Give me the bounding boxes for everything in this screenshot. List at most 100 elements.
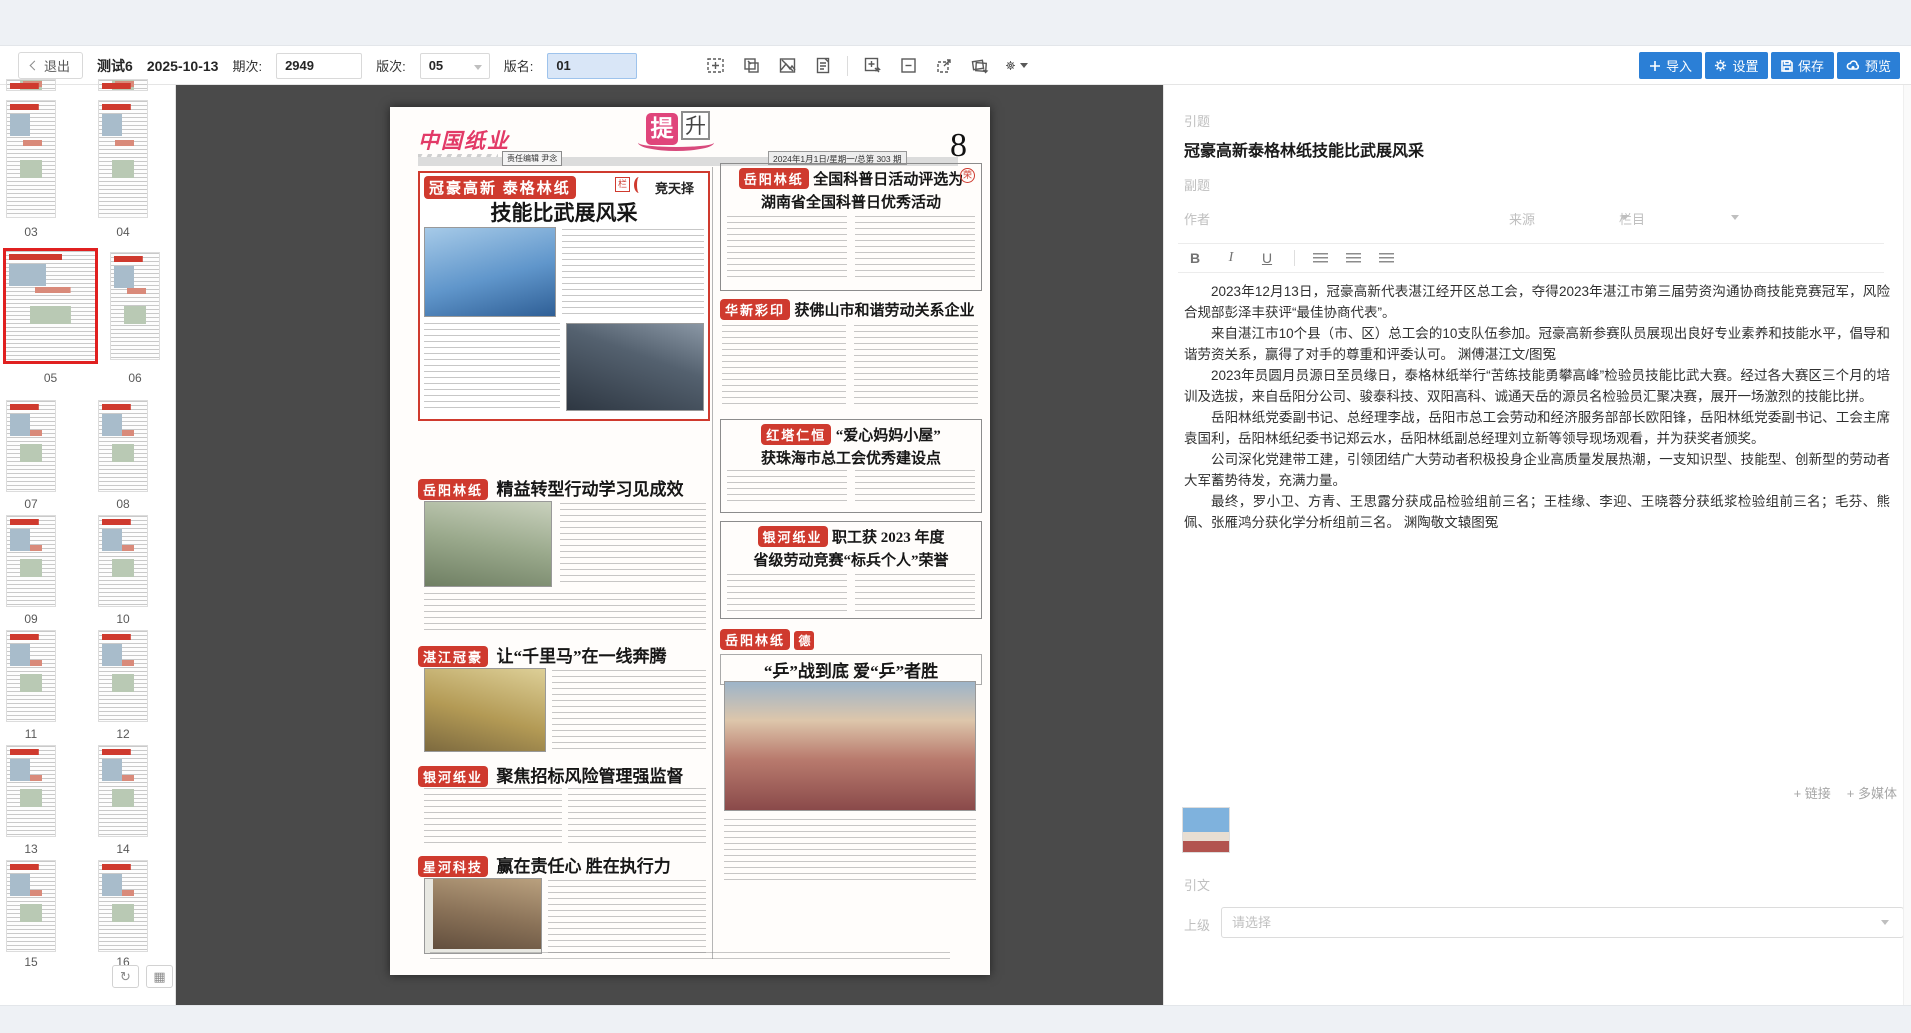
page-thumbnail-07[interactable] <box>6 400 56 492</box>
page-thumbnail-16[interactable] <box>98 860 148 952</box>
page-thumbnail-label[interactable]: 05 <box>3 371 98 385</box>
page-thumbnail-label[interactable]: 11 <box>6 727 56 741</box>
quote-field[interactable]: 引文 <box>1184 875 1210 894</box>
align-left-icon[interactable] <box>1313 253 1328 264</box>
add-media-button[interactable]: + 多媒体 <box>1847 783 1897 802</box>
paragraph: 2023年员圆月员源日至员缘日，泰格林纸举行“苦练技能勇攀高峰”检验员技能比武大… <box>1184 365 1890 407</box>
page-thumbnail-14[interactable] <box>98 745 148 837</box>
body-text-block <box>727 574 847 612</box>
article-harmonious-labor[interactable]: 华新彩印 获佛山市和谐劳动关系企业 <box>720 299 982 411</box>
page-thumbnail-label[interactable]: 07 <box>6 497 56 511</box>
page-thumbnail-label[interactable]: 13 <box>6 842 56 856</box>
page-thumbnail-04[interactable] <box>98 100 148 218</box>
page-thumbnail-12[interactable] <box>98 630 148 722</box>
article-mothers-room[interactable]: 红塔仁恒 “爱心妈妈小屋” 获珠海市总工会优秀建设点 <box>720 419 982 513</box>
page-footer-line <box>430 952 950 961</box>
page-thumbnail-label[interactable]: 09 <box>6 612 56 626</box>
body-text-block <box>548 880 706 954</box>
paragraph: 2023年12月13日，冠豪高新代表湛江经开区总工会，夺得2023年湛江市第三届… <box>1184 281 1890 323</box>
newspaper-page[interactable]: 中国纸业 责任编辑 尹念 提 升 2024年1月1日/星期一/总第 303 期 … <box>390 107 990 975</box>
underline-button[interactable]: U <box>1258 250 1276 266</box>
page-thumbnail-05-selected[interactable] <box>3 248 98 364</box>
issue-number-input[interactable] <box>276 53 362 79</box>
source-select[interactable]: 来源 <box>1509 209 1629 229</box>
author-field[interactable]: 作者 <box>1184 209 1210 228</box>
edition-select[interactable]: 05 <box>420 53 490 79</box>
page-thumbnail-label[interactable]: 15 <box>6 955 56 969</box>
body-text-block <box>854 325 978 405</box>
body-text-block <box>552 670 706 752</box>
cloud-icon <box>1846 60 1860 72</box>
settings-gear-button[interactable] <box>1004 54 1028 78</box>
refresh-button[interactable]: ↻ <box>112 965 139 988</box>
page-thumbnail-label[interactable]: 06 <box>110 371 160 385</box>
page-thumbnail-label[interactable]: 04 <box>98 225 148 239</box>
page-thumbnail-08[interactable] <box>98 400 148 492</box>
article-pingpong[interactable]: 岳阳林纸 德 “乒”战到底 爱“乒”者胜 <box>720 629 982 887</box>
subtitle-field[interactable]: 副题 <box>1184 175 1210 194</box>
parent-select-input[interactable] <box>1221 907 1904 938</box>
chevron-left-icon <box>30 61 40 71</box>
resize-frame-button[interactable] <box>932 54 956 78</box>
article-lean-transformation[interactable]: 岳阳林纸 精益转型行动学习见成效 <box>418 475 710 635</box>
article-chip: 岳阳林纸 <box>739 168 809 189</box>
article-responsibility-execution[interactable]: 星河科技 赢在责任心 胜在执行力 <box>418 852 710 960</box>
page-thumbnail-13[interactable] <box>6 745 56 837</box>
page-thumbnail-15[interactable] <box>6 860 56 952</box>
layout-canvas[interactable]: 中国纸业 责任编辑 尹念 提 升 2024年1月1日/星期一/总第 303 期 … <box>176 85 1163 1005</box>
page-name-input[interactable] <box>547 53 637 79</box>
copy-frame-button[interactable] <box>739 54 763 78</box>
save-button[interactable]: 保存 <box>1771 52 1834 79</box>
article-headline: 获佛山市和谐劳动关系企业 <box>794 303 974 319</box>
lead-title-field[interactable]: 引题 <box>1184 111 1210 130</box>
paper-brand: 中国纸业 <box>418 125 510 155</box>
article-headline-line2: 获珠海市总工会优秀建设点 <box>725 447 977 468</box>
align-right-icon[interactable] <box>1379 253 1394 264</box>
panel-scrollbar[interactable] <box>1903 85 1911 1005</box>
page-thumbnail-10[interactable] <box>98 515 148 607</box>
page-thumbnail-label[interactable]: 10 <box>98 612 148 626</box>
image-frame-button[interactable] <box>775 54 799 78</box>
page-thumbnail-label[interactable]: 14 <box>98 842 148 856</box>
align-center-icon[interactable] <box>1346 253 1361 264</box>
page-thumbnail-label[interactable]: 12 <box>98 727 148 741</box>
article-chip: 星河科技 <box>418 856 488 877</box>
italic-button[interactable]: I <box>1222 250 1240 266</box>
swap-images-button[interactable] <box>968 54 992 78</box>
bold-button[interactable]: B <box>1186 250 1204 266</box>
article-bid-risk-supervision[interactable]: 银河纸业 聚焦招标风险管理强监督 <box>418 762 710 848</box>
article-list-button[interactable] <box>811 54 835 78</box>
body-text-block <box>424 788 562 844</box>
article-badge: 竞天择 <box>655 178 694 197</box>
article-chip: 岳阳林纸 <box>418 479 488 500</box>
archive-button[interactable]: ▦ <box>146 965 173 988</box>
document-name: 测试6 <box>97 56 133 76</box>
article-skills-contest[interactable]: 冠豪高新 泰格林纸 栏 竞天择 技能比武展风采 <box>418 171 710 421</box>
page-thumbnail-03[interactable] <box>6 100 56 218</box>
add-link-button[interactable]: + 链接 <box>1794 783 1831 802</box>
import-button[interactable]: 导入 <box>1639 52 1702 79</box>
article-title-field[interactable]: 冠豪高新泰格林纸技能比武展风采 <box>1184 137 1424 161</box>
logo-swoosh <box>638 141 714 151</box>
crescent-icon <box>634 177 644 193</box>
collapse-button[interactable] <box>896 54 920 78</box>
body-text-block <box>855 216 975 282</box>
article-thousand-mile-horse[interactable]: 湛江冠豪 让“千里马”在一线奔腾 <box>418 642 710 757</box>
column-select[interactable]: 栏目 <box>1619 209 1739 229</box>
parent-label: 上级 <box>1184 915 1210 934</box>
article-photo-thumbnail[interactable] <box>1182 807 1230 853</box>
preview-button[interactable]: 预览 <box>1837 52 1900 79</box>
page-thumbnail-label[interactable]: 08 <box>98 497 148 511</box>
page-thumbnail-06[interactable] <box>110 252 160 360</box>
new-note-button[interactable] <box>860 54 884 78</box>
page-thumbnail-09[interactable] <box>6 515 56 607</box>
exit-button[interactable]: 退出 <box>18 52 83 79</box>
add-textframe-button[interactable] <box>703 54 727 78</box>
article-science-day[interactable]: 岳阳林纸 全国科普日活动评选为 湖南省全国科普日优秀活动 荣 <box>720 163 982 291</box>
page-thumbnail-11[interactable] <box>6 630 56 722</box>
page-thumbnail-label[interactable]: 03 <box>6 225 56 239</box>
article-headline: 赢在责任心 胜在执行力 <box>496 857 670 876</box>
settings-button[interactable]: 设置 <box>1705 52 1768 79</box>
article-body-editor[interactable]: 2023年12月13日，冠豪高新代表湛江经开区总工会，夺得2023年湛江市第三届… <box>1184 281 1890 533</box>
article-model-worker-honor[interactable]: 银河纸业 职工获 2023 年度 省级劳动竞赛“标兵个人”荣誉 <box>720 521 982 619</box>
